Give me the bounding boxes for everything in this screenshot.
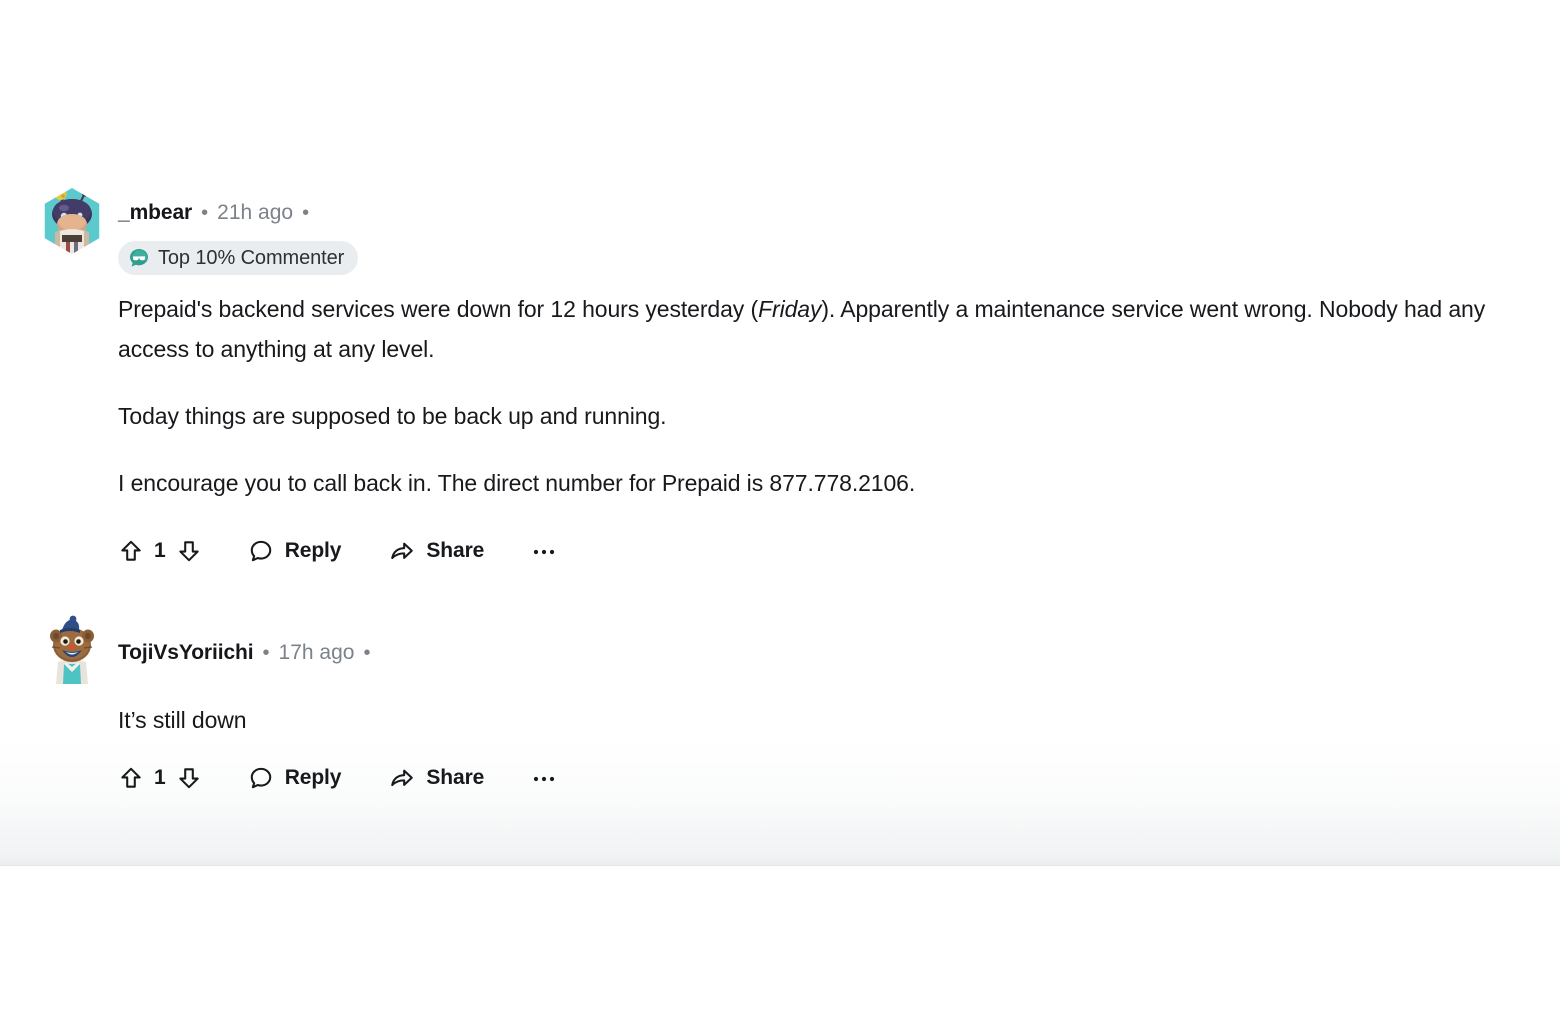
comment-body: It’s still down <box>118 700 1518 740</box>
avatar[interactable] <box>40 185 104 257</box>
overflow-dots-icon <box>534 776 555 782</box>
comment-header: _mbear • 21h ago • <box>118 201 318 225</box>
commenter-speech-bubble-icon <box>128 247 150 269</box>
share-arrow-icon <box>391 542 414 560</box>
overflow-dots-icon <box>534 549 555 555</box>
status-badge[interactable]: Top 10% Commenter <box>118 241 359 275</box>
downvote-button[interactable] <box>176 538 202 564</box>
comment-body: Prepaid's backend services were down for… <box>118 289 1518 503</box>
comment-action-bar: 1 Reply Share <box>118 530 558 572</box>
downvote-arrow-icon <box>178 768 199 789</box>
comments-scroll-region[interactable]: _mbear • 21h ago • Top 10% Commenter Pre… <box>0 0 1560 866</box>
comment-bubble-icon <box>250 767 271 789</box>
more-options-button[interactable] <box>530 538 558 564</box>
share-button-label: Share <box>426 539 485 562</box>
avatar[interactable] <box>40 612 104 684</box>
comment-thread-page: _mbear • 21h ago • Top 10% Commenter Pre… <box>0 0 1560 1030</box>
vote-count: 1 <box>154 539 166 562</box>
comment-paragraph: I encourage you to call back in. The dir… <box>118 470 916 496</box>
comment-author-username[interactable]: TojiVsYoriichi <box>118 641 254 665</box>
upvote-arrow-icon <box>121 540 141 561</box>
downvote-button[interactable] <box>176 765 202 791</box>
reply-button-label: Reply <box>284 539 342 562</box>
header-trailing-dot: • <box>302 202 310 224</box>
upvote-button[interactable] <box>118 765 144 791</box>
reply-button[interactable]: Reply <box>248 538 342 564</box>
more-options-button[interactable] <box>530 765 558 791</box>
user-avatar-mbear[interactable] <box>40 185 104 257</box>
header-trailing-dot: • <box>363 642 371 664</box>
vote-count: 1 <box>154 766 166 789</box>
emphasized-text: Friday <box>758 296 822 322</box>
share-button[interactable]: Share <box>389 538 484 564</box>
share-button-label: Share <box>426 766 485 789</box>
vote-group: 1 <box>118 538 202 564</box>
comment-paragraph: Today things are supposed to be back up … <box>118 403 667 429</box>
comment-author-username[interactable]: _mbear <box>118 201 192 225</box>
upvote-button[interactable] <box>118 538 144 564</box>
comment-bubble-icon <box>250 540 271 562</box>
share-arrow-icon <box>391 769 414 787</box>
downvote-arrow-icon <box>178 541 199 562</box>
reply-button[interactable]: Reply <box>248 765 342 791</box>
comment-timestamp: 17h ago <box>278 641 355 664</box>
comment-timestamp: 21h ago <box>217 201 294 224</box>
upvote-arrow-icon <box>121 767 141 788</box>
comment-paragraph: Prepaid's backend services were down for… <box>118 296 1486 362</box>
vote-group: 1 <box>118 765 202 791</box>
reply-button-label: Reply <box>284 766 342 789</box>
user-avatar-toji[interactable] <box>40 612 104 684</box>
comment-paragraph: It’s still down <box>118 707 247 733</box>
status-badge-label: Top 10% Commenter <box>158 246 345 269</box>
comment-header: TojiVsYoriichi • 17h ago • <box>118 641 379 665</box>
comment-action-bar: 1 Reply Share <box>118 757 558 799</box>
share-button[interactable]: Share <box>389 765 484 791</box>
header-separator-dot: • <box>262 642 270 664</box>
header-separator-dot: • <box>201 202 209 224</box>
